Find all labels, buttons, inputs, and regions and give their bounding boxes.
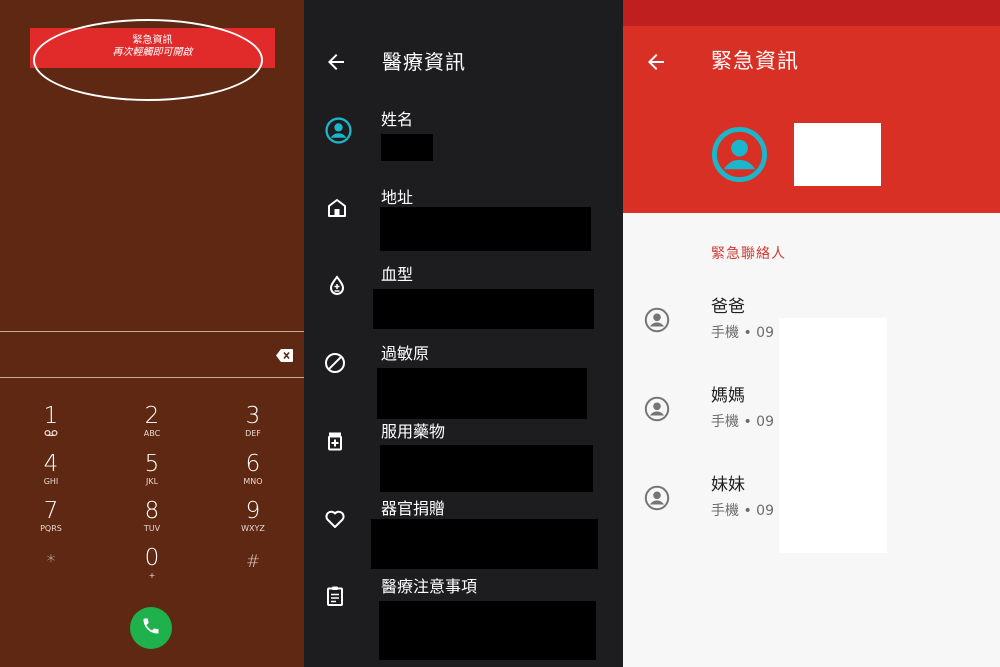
key-letters: JKL [145, 477, 159, 486]
redacted-value[interactable] [380, 445, 593, 492]
key-5[interactable]: 5 JKL [122, 451, 182, 495]
key-letters: ABC [143, 429, 161, 438]
key-9[interactable]: 9 WXYZ [223, 498, 283, 542]
back-arrow-icon[interactable] [644, 50, 668, 74]
redacted-value[interactable] [371, 519, 598, 569]
redacted-value[interactable] [381, 134, 433, 161]
key-digit: 6 [245, 451, 261, 477]
emergency-info-panel: 緊急資訊 緊急聯絡人 爸爸 手機 • 09 媽媽 手機 • 09 妹妹 手機 •… [623, 0, 1000, 667]
field-label-address: 地址 [381, 188, 414, 207]
key-digit: 1 [43, 403, 59, 429]
field-label-organ-donor: 器官捐贈 [381, 499, 446, 518]
divider-top [0, 331, 304, 332]
key-digit: 5 [144, 451, 160, 477]
back-arrow-icon[interactable] [324, 50, 348, 74]
key-letters: DEF [245, 429, 261, 438]
call-button[interactable] [130, 607, 172, 649]
avatar-icon [711, 126, 768, 183]
key-hash[interactable]: # [223, 549, 283, 593]
key-letters: + [148, 571, 156, 580]
key-3[interactable]: 3 DEF [223, 403, 283, 447]
redacted-name [794, 123, 881, 186]
key-digit: 2 [144, 403, 160, 429]
app-bar: 緊急資訊 [623, 26, 1000, 213]
key-2[interactable]: 2 ABC [122, 403, 182, 447]
voicemail-icon [21, 429, 81, 440]
redacted-value[interactable] [377, 368, 587, 419]
medical-info-panel: 醫療資訊 姓名 地址 血型 過敏原 服用藥物 器官捐贈 醫療注意事項 [304, 0, 623, 667]
contact-avatar-icon [644, 485, 670, 511]
contact-phone[interactable]: 手機 • 09 [711, 323, 774, 343]
key-digit: # [245, 552, 261, 572]
key-digit: 7 [43, 498, 59, 524]
contact-phone[interactable]: 手機 • 09 [711, 412, 774, 432]
key-letters: TUV [143, 524, 161, 533]
home-icon [325, 196, 351, 222]
key-letters: MNO [243, 477, 263, 486]
backspace-icon[interactable] [276, 347, 293, 362]
medication-icon [323, 429, 349, 455]
contact-name[interactable]: 妹妹 [711, 474, 745, 496]
key-star[interactable]: * [21, 549, 81, 593]
block-icon [323, 351, 349, 377]
key-letters: PQRS [40, 524, 62, 533]
key-letters: GHI [43, 477, 59, 486]
contact-avatar-icon [644, 396, 670, 422]
key-0[interactable]: 0 + [122, 545, 182, 589]
page-title: 醫療資訊 [382, 50, 466, 74]
key-letters: WXYZ [241, 524, 265, 533]
highlight-ellipse [33, 19, 263, 101]
field-label-name: 姓名 [381, 110, 414, 129]
key-digit: 8 [144, 498, 160, 524]
contact-name[interactable]: 爸爸 [711, 296, 745, 318]
key-digit: * [46, 551, 56, 572]
key-digit: 4 [43, 451, 59, 477]
dialer-panel: 緊急資訊 再次輕觸即可開啟 1 2 ABC 3 DEF 4 GHI 5 JKL … [0, 0, 304, 667]
phone-icon [141, 616, 161, 640]
divider-bottom [0, 377, 304, 378]
contact-avatar-icon [644, 307, 670, 333]
redacted-value[interactable] [380, 207, 591, 251]
page-title: 緊急資訊 [711, 49, 799, 73]
contact-name[interactable]: 媽媽 [711, 385, 745, 407]
key-7[interactable]: 7 PQRS [21, 498, 81, 542]
key-digit: 3 [245, 403, 261, 429]
clipboard-icon [323, 584, 349, 610]
section-label-contacts: 緊急聯絡人 [711, 246, 786, 262]
status-bar [623, 0, 1000, 26]
field-label-medical-notes: 醫療注意事項 [381, 577, 478, 596]
person-icon [325, 117, 352, 144]
redacted-phone-numbers [779, 318, 887, 553]
key-1[interactable]: 1 [21, 403, 81, 447]
field-label-medications: 服用藥物 [381, 422, 446, 441]
key-digit: 9 [245, 498, 261, 524]
key-digit: 0 [144, 545, 160, 571]
contact-phone[interactable]: 手機 • 09 [711, 501, 774, 521]
redacted-value[interactable] [373, 289, 594, 329]
key-6[interactable]: 6 MNO [223, 451, 283, 495]
redacted-value[interactable] [379, 601, 596, 660]
blood-drop-icon [325, 274, 351, 300]
key-4[interactable]: 4 GHI [21, 451, 81, 495]
field-label-allergies: 過敏原 [381, 344, 430, 363]
field-label-blood-type: 血型 [381, 265, 414, 284]
key-8[interactable]: 8 TUV [122, 498, 182, 542]
heart-icon [323, 507, 349, 533]
